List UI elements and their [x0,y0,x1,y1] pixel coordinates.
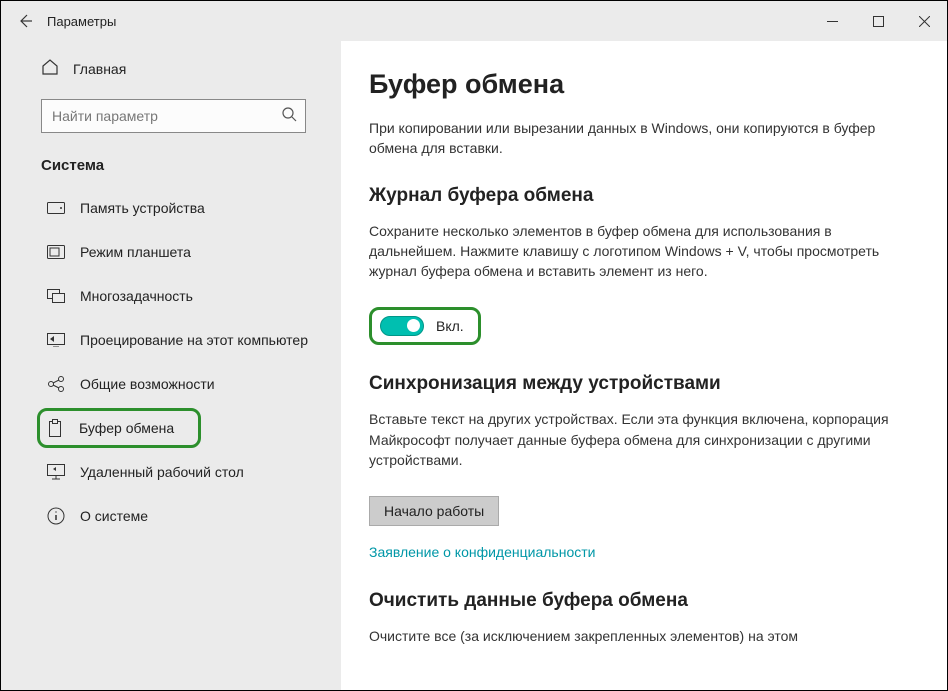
history-toggle-highlight: Вкл. [369,307,481,345]
home-link[interactable]: Главная [41,51,327,87]
history-toggle-label: Вкл. [436,318,464,334]
titlebar: Параметры [1,1,947,41]
remote-desktop-icon [46,462,66,482]
multitask-icon [46,286,66,306]
content-area: Буфер обмена При копировании или вырезан… [341,41,947,690]
back-button[interactable] [15,13,35,29]
sidebar-item-label: Проецирование на этот компьютер [80,332,308,348]
tablet-icon [46,242,66,262]
page-intro: При копировании или вырезании данных в W… [369,118,889,159]
close-button[interactable] [901,1,947,41]
search-icon [281,106,297,127]
sidebar-item-label: Общие возможности [80,376,215,392]
clear-section-desc: Очистите все (за исключением закрепленны… [369,626,889,646]
search-box[interactable] [41,99,306,133]
window-title: Параметры [47,14,116,29]
sidebar-item-tablet[interactable]: Режим планшета [37,232,327,272]
nav-group-label: Система [41,157,327,174]
sidebar-item-storage[interactable]: Память устройства [37,188,327,228]
get-started-button[interactable]: Начало работы [369,496,499,526]
info-icon [46,506,66,526]
sidebar-item-label: Память устройства [80,200,205,216]
history-section-desc: Сохраните несколько элементов в буфер об… [369,221,889,282]
storage-icon [46,198,66,218]
projecting-icon [46,330,66,350]
home-label: Главная [73,61,126,77]
clear-section-title: Очистить данные буфера обмена [369,590,917,612]
toggle-knob [407,319,420,332]
sync-section-desc: Вставьте текст на других устройствах. Ес… [369,409,889,470]
search-input[interactable] [52,108,281,124]
privacy-link[interactable]: Заявление о конфиденциальности [369,544,595,560]
minimize-button[interactable] [809,1,855,41]
history-toggle[interactable] [380,316,424,336]
sidebar-item-label: Многозадачность [80,288,193,304]
sidebar-item-remote-desktop[interactable]: Удаленный рабочий стол [37,452,327,492]
sidebar-item-shared[interactable]: Общие возможности [37,364,327,404]
home-icon [41,58,59,81]
shared-icon [46,374,66,394]
sidebar-item-about[interactable]: О системе [37,496,327,536]
sidebar: Главная Система Память устройства Режим … [1,41,341,690]
sidebar-item-label: О системе [80,508,148,524]
history-section-title: Журнал буфера обмена [369,185,917,207]
sidebar-item-multitask[interactable]: Многозадачность [37,276,327,316]
clipboard-icon [45,418,65,438]
sidebar-item-label: Буфер обмена [79,420,174,436]
page-title: Буфер обмена [369,69,917,100]
sidebar-item-label: Режим планшета [80,244,191,260]
sidebar-item-label: Удаленный рабочий стол [80,464,244,480]
sidebar-item-clipboard[interactable]: Буфер обмена [37,408,201,448]
sidebar-item-projecting[interactable]: Проецирование на этот компьютер [37,320,327,360]
maximize-button[interactable] [855,1,901,41]
sync-section-title: Синхронизация между устройствами [369,373,917,395]
